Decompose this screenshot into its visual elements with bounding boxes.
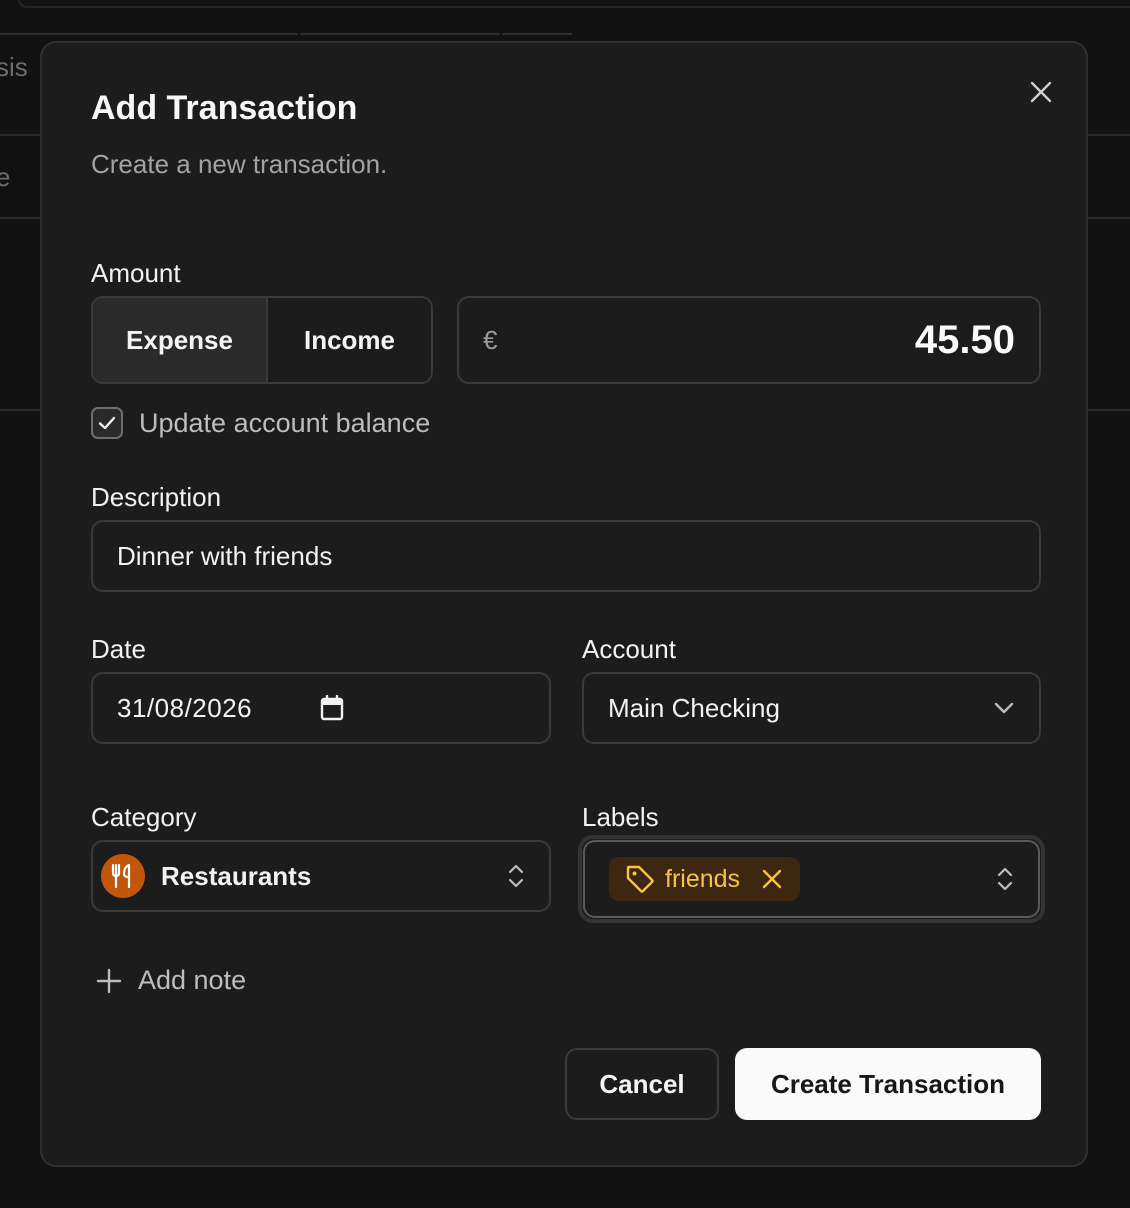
amount-value: 45.50: [914, 317, 1015, 362]
date-value: 31/08/2026: [117, 692, 253, 723]
category-label: Category: [91, 802, 197, 832]
background-text-fragment: e: [0, 162, 11, 192]
category-value: Restaurants: [161, 860, 312, 891]
dialog-title: Add Transaction: [91, 89, 358, 127]
transaction-type-toggle: Expense Income: [91, 296, 433, 384]
account-value: Main Checking: [608, 692, 780, 723]
checkmark-icon: [98, 416, 116, 430]
background-text-fragment: sis: [0, 52, 28, 82]
labels-label: Labels: [582, 802, 659, 832]
close-icon: [1030, 81, 1052, 103]
plus-icon: [96, 968, 122, 993]
income-toggle[interactable]: Income: [268, 298, 431, 382]
date-label: Date: [91, 634, 146, 664]
chevrons-up-down-icon: [996, 865, 1014, 893]
calendar-icon[interactable]: [320, 695, 344, 721]
description-input[interactable]: Dinner with friends: [91, 520, 1041, 592]
add-note-button[interactable]: Add note: [96, 965, 246, 996]
add-note-label: Add note: [138, 965, 247, 995]
add-transaction-dialog: Add Transaction Create a new transaction…: [40, 41, 1088, 1167]
account-label: Account: [582, 634, 676, 664]
label-chip-text: friends: [665, 864, 741, 893]
account-select[interactable]: Main Checking: [582, 672, 1041, 744]
dialog-subtitle: Create a new transaction.: [91, 149, 388, 179]
background-tab-divider: [0, 33, 298, 35]
update-balance-checkbox[interactable]: [91, 407, 123, 439]
close-button[interactable]: [1026, 77, 1056, 107]
currency-symbol: €: [483, 324, 498, 355]
category-select[interactable]: Restaurants: [91, 840, 551, 912]
cancel-button[interactable]: Cancel: [565, 1048, 719, 1120]
amount-label: Amount: [91, 258, 181, 288]
date-input[interactable]: 31/08/2026: [91, 672, 551, 744]
update-balance-label: Update account balance: [139, 407, 431, 438]
background-toolbar: [18, 0, 1130, 8]
label-chip: friends: [609, 857, 801, 901]
expense-toggle[interactable]: Expense: [93, 298, 268, 382]
tag-icon: [626, 865, 654, 893]
chevrons-up-down-icon: [507, 862, 525, 890]
background-tab-divider: [502, 33, 572, 35]
labels-select[interactable]: friends: [583, 840, 1040, 918]
update-balance-option[interactable]: Update account balance: [91, 407, 430, 439]
chevron-down-icon: [993, 701, 1015, 715]
create-transaction-button[interactable]: Create Transaction: [735, 1048, 1041, 1120]
description-label: Description: [91, 482, 222, 512]
description-value: Dinner with friends: [117, 540, 333, 571]
amount-input[interactable]: € 45.50: [457, 296, 1041, 384]
remove-label-icon[interactable]: [762, 869, 782, 889]
background-tab-divider: [300, 33, 500, 35]
fork-knife-icon: [101, 854, 145, 898]
